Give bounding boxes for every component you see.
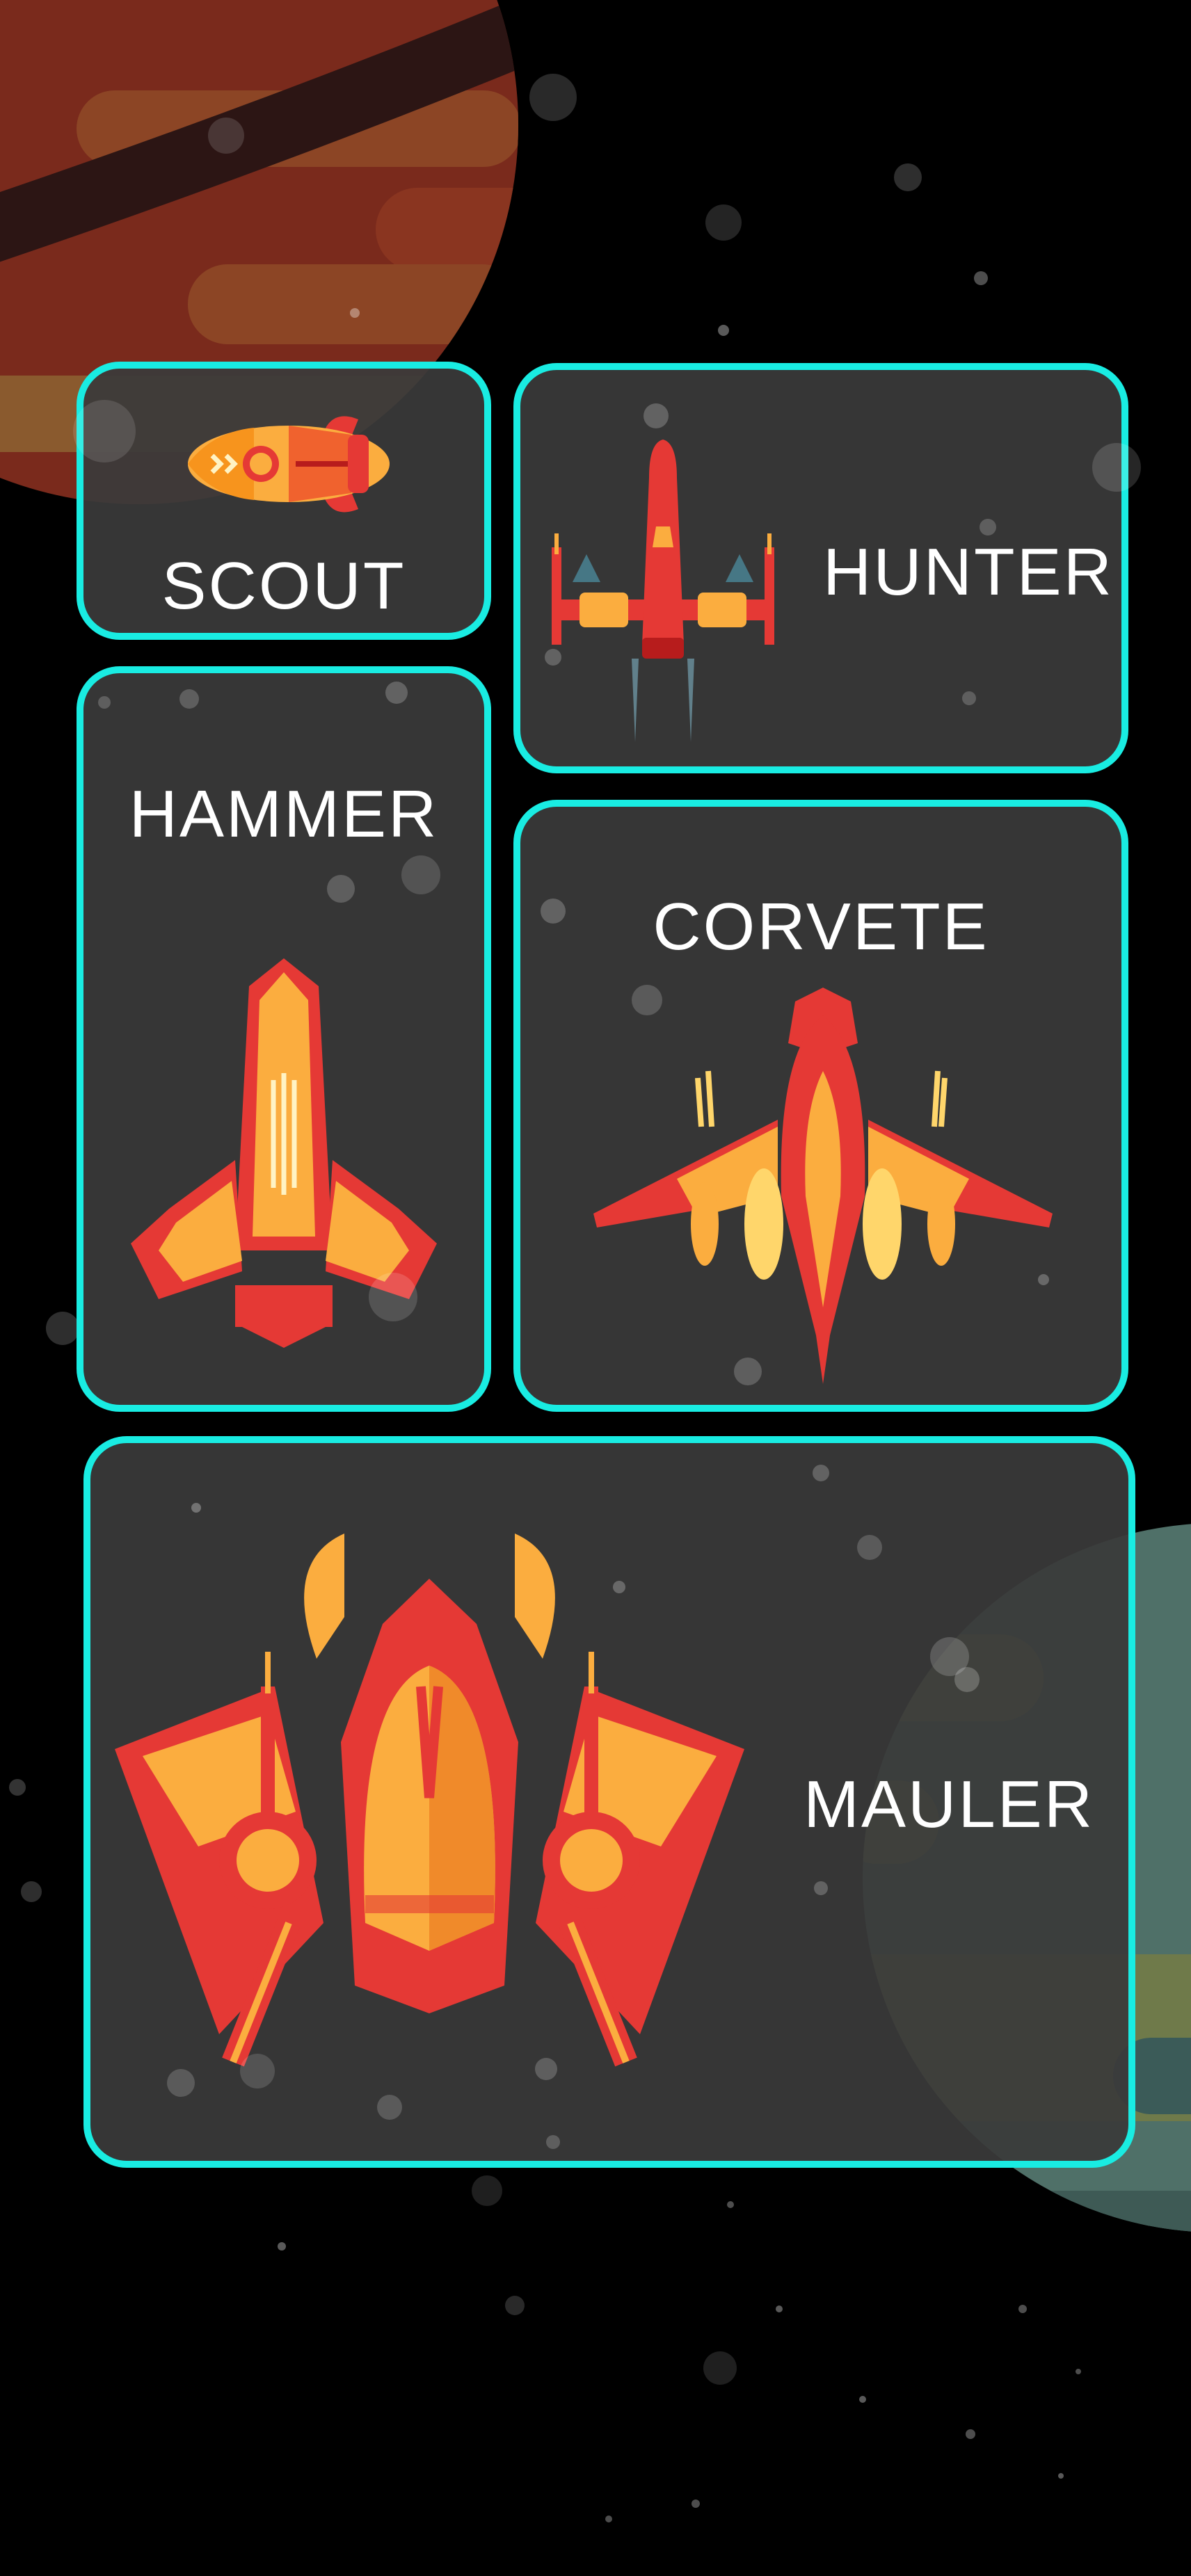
arrowhead-fighter-icon — [131, 958, 437, 1348]
ship-label-mauler: MAULER — [804, 1767, 1095, 1842]
ship-card-hammer[interactable]: HAMMER — [77, 666, 491, 1412]
ship-label-hammer: HAMMER — [129, 777, 439, 851]
ship-label-corvete: CORVETE — [653, 889, 989, 964]
winged-dragon-ship-icon — [593, 988, 1053, 1384]
x-wing-fighter-icon — [552, 440, 774, 742]
ship-card-hunter[interactable]: HUNTER — [513, 363, 1128, 773]
horned-heavy-fighter-icon — [115, 1533, 744, 2067]
ship-label-hunter: HUNTER — [823, 535, 1114, 609]
rocket-ship-icon — [188, 416, 390, 513]
ship-label-scout: SCOUT — [161, 549, 406, 623]
ship-card-mauler[interactable]: MAULER — [83, 1436, 1135, 2168]
ship-card-corvete[interactable]: CORVETE — [513, 800, 1128, 1412]
ship-card-scout[interactable]: SCOUT — [77, 362, 491, 640]
